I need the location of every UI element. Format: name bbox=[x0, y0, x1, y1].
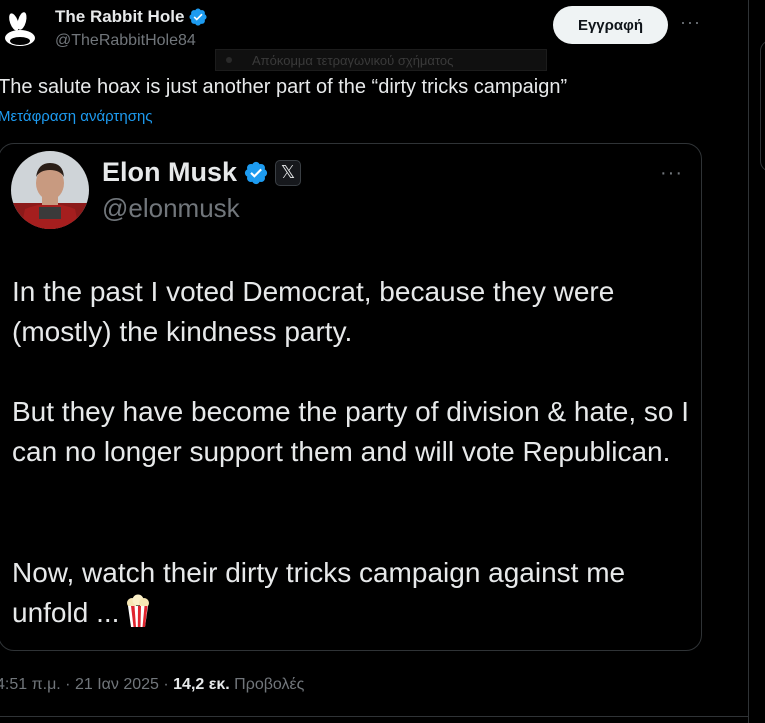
author-avatar[interactable] bbox=[0, 10, 40, 50]
quoted-paragraph-3-text: Now, watch their dirty tricks campaign a… bbox=[12, 557, 626, 628]
quoted-author-name-row[interactable]: Elon Musk 𝕏 bbox=[102, 157, 302, 188]
post-meta: 4:51 π.μ. · 21 Ιαν 2025 · 14,2 εκ. Προβο… bbox=[0, 676, 304, 694]
quoted-author-handle[interactable]: @elonmusk bbox=[102, 193, 240, 224]
quoted-author-avatar[interactable] bbox=[11, 151, 89, 229]
portrait-avatar-icon bbox=[11, 151, 89, 229]
post-text: The salute hoax is just another part of … bbox=[0, 76, 568, 98]
views-label: Προβολές bbox=[234, 676, 305, 693]
quoted-paragraph-2: But they have become the party of divisi… bbox=[12, 396, 690, 467]
verified-badge-icon bbox=[189, 8, 207, 26]
meta-separator: · bbox=[60, 676, 75, 693]
views-count: 14,2 εκ. bbox=[173, 676, 230, 693]
author-handle[interactable]: @TheRabbitHole84 bbox=[55, 32, 196, 50]
popcorn-icon bbox=[127, 594, 150, 627]
post-time[interactable]: 4:51 π.μ. bbox=[0, 676, 61, 693]
quoted-paragraph-3: Now, watch their dirty tricks campaign a… bbox=[12, 553, 692, 633]
subscribe-button[interactable]: Εγγραφή bbox=[553, 6, 668, 44]
bottom-divider bbox=[0, 716, 748, 717]
quoted-author-name[interactable]: Elon Musk bbox=[102, 157, 237, 188]
tooltip-dot-icon bbox=[226, 57, 232, 63]
translate-post-link[interactable]: Μετάφραση ανάρτησης bbox=[0, 108, 153, 125]
quoted-more-options-icon[interactable]: ··· bbox=[660, 162, 683, 185]
more-options-icon[interactable]: ··· bbox=[680, 12, 701, 33]
meta-separator-2: · bbox=[158, 676, 174, 693]
rabbit-logo-icon bbox=[0, 10, 40, 50]
tooltip-text: Απόκομμα τετραγωνικού σχήματος bbox=[252, 52, 454, 68]
sidebar-panel-edge bbox=[760, 40, 765, 172]
right-divider bbox=[748, 0, 749, 723]
post-date[interactable]: 21 Ιαν 2025 bbox=[75, 676, 159, 693]
author-name[interactable]: The Rabbit Hole bbox=[55, 7, 184, 27]
verified-badge-icon bbox=[244, 161, 268, 184]
x-affiliation-badge-icon: 𝕏 bbox=[275, 159, 302, 186]
quoted-paragraph-1: In the past I voted Democrat, because th… bbox=[12, 276, 615, 347]
author-name-row[interactable]: The Rabbit Hole bbox=[55, 7, 208, 27]
snipping-tooltip: Απόκομμα τετραγωνικού σχήματος bbox=[215, 49, 547, 71]
